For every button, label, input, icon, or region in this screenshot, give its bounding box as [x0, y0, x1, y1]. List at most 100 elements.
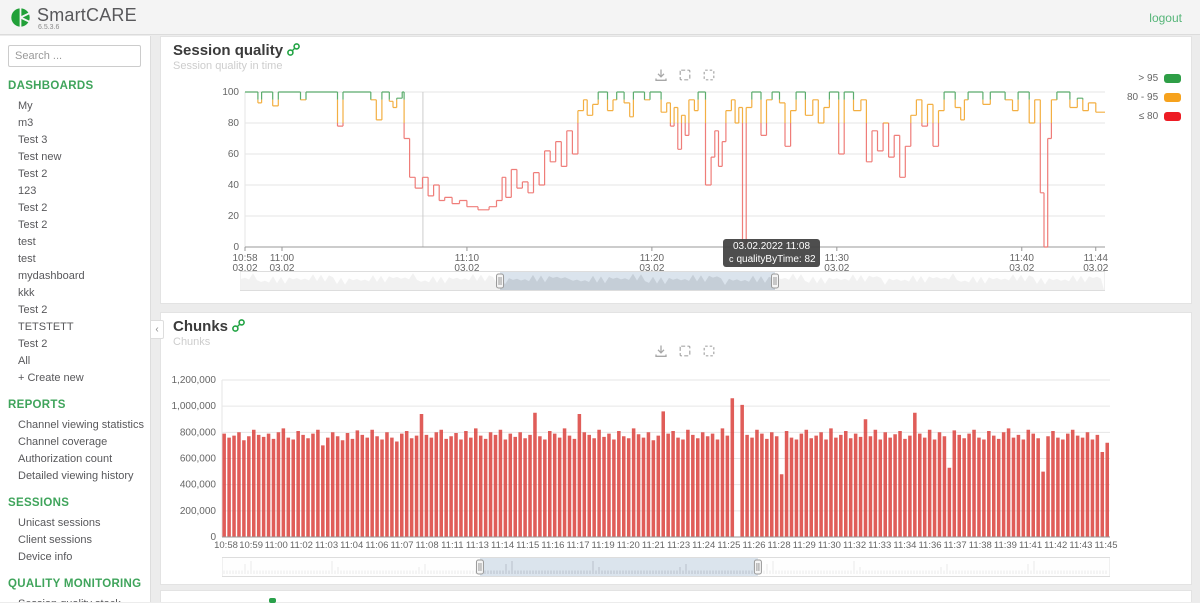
reset-zoom-icon[interactable] — [701, 343, 717, 359]
session-quality-navigator[interactable] — [240, 271, 1105, 292]
zoom-window-icon[interactable] — [677, 67, 693, 83]
navigator-handle[interactable] — [753, 559, 762, 575]
app-title: SmartCARE — [37, 5, 137, 25]
sidebar-item-test-2[interactable]: Test 2 — [0, 165, 150, 182]
sidebar-section-title: QUALITY MONITORING — [8, 578, 142, 590]
svg-text:11:23: 11:23 — [667, 540, 690, 551]
sidebar-item--create-new[interactable]: + Create new — [0, 369, 150, 386]
sidebar-item-123[interactable]: 123 — [0, 182, 150, 199]
svg-text:200,000: 200,000 — [180, 506, 217, 517]
sidebar-item-my[interactable]: My — [0, 97, 150, 114]
svg-text:11:25: 11:25 — [717, 540, 740, 551]
next-panel-link-icon — [269, 598, 276, 603]
sidebar-section-quality-monitoring: QUALITY MONITORINGSession quality stackB… — [0, 578, 150, 602]
svg-text:60: 60 — [228, 149, 240, 160]
sidebar-item-test-new[interactable]: Test new — [0, 148, 150, 165]
sidebar-item-channel-viewing-statistics[interactable]: Channel viewing statistics — [0, 416, 150, 433]
sidebar-item-channel-coverage[interactable]: Channel coverage — [0, 433, 150, 450]
svg-text:1,000,000: 1,000,000 — [172, 401, 217, 412]
svg-text:11:20: 11:20 — [617, 540, 640, 551]
svg-text:11:36: 11:36 — [918, 540, 941, 551]
sidebar-item-test-3[interactable]: Test 3 — [0, 131, 150, 148]
chunks-toolbar — [653, 343, 717, 359]
session-quality-title-text: Session quality — [173, 42, 284, 59]
svg-text:11:38: 11:38 — [969, 540, 992, 551]
sidebar-item-kkk[interactable]: kkk — [0, 284, 150, 301]
svg-text:40: 40 — [228, 180, 240, 191]
sidebar-item-test[interactable]: test — [0, 233, 150, 250]
sidebar-item-test-2[interactable]: Test 2 — [0, 216, 150, 233]
app-version: 6.5.3.6 — [38, 24, 60, 31]
sidebar-item-test-2[interactable]: Test 2 — [0, 335, 150, 352]
sidebar-collapse-handle[interactable]: ‹ — [151, 320, 164, 339]
sidebar-item-test[interactable]: test — [0, 250, 150, 267]
sidebar-item-all[interactable]: All — [0, 352, 150, 369]
svg-text:11:17: 11:17 — [566, 540, 589, 551]
svg-text:03.02: 03.02 — [1009, 263, 1034, 271]
svg-text:11:41: 11:41 — [1019, 540, 1042, 551]
navigator-handle[interactable] — [475, 559, 484, 575]
sidebar-item-detailed-viewing-history[interactable]: Detailed viewing history — [0, 467, 150, 484]
svg-text:03.02: 03.02 — [639, 263, 664, 271]
sidebar-item-test-2[interactable]: Test 2 — [0, 199, 150, 216]
svg-text:11:42: 11:42 — [1044, 540, 1067, 551]
svg-text:11:32: 11:32 — [843, 540, 866, 551]
svg-text:03.02: 03.02 — [824, 263, 849, 271]
svg-text:11:43: 11:43 — [1069, 540, 1092, 551]
svg-text:11:00: 11:00 — [265, 540, 288, 551]
search-input[interactable] — [8, 45, 141, 67]
svg-text:11:19: 11:19 — [592, 540, 615, 551]
sidebar-item-session-quality-stack[interactable]: Session quality stack — [0, 595, 150, 603]
svg-text:11:37: 11:37 — [944, 540, 967, 551]
svg-text:1,200,000: 1,200,000 — [172, 375, 217, 386]
navigator-handle[interactable] — [496, 273, 505, 289]
sidebar-item-tetstett[interactable]: TETSTETT — [0, 318, 150, 335]
svg-text:10:59: 10:59 — [239, 540, 263, 551]
sidebar-item-m3[interactable]: m3 — [0, 114, 150, 131]
session-quality-subtitle: Session quality in time — [173, 60, 283, 72]
smartcare-logo-icon — [11, 7, 31, 28]
chunks-title-text: Chunks — [173, 318, 229, 335]
svg-text:11:26: 11:26 — [742, 540, 765, 551]
svg-text:800,000: 800,000 — [180, 427, 217, 438]
zoom-window-icon[interactable] — [677, 343, 693, 359]
chunks-navigator[interactable] — [222, 557, 1110, 578]
svg-text:11:11: 11:11 — [441, 540, 463, 551]
chart-tooltip: 03.02.2022 11:08 c qualityByTime: 82 — [723, 239, 820, 267]
svg-text:11:13: 11:13 — [466, 540, 489, 551]
reset-zoom-icon[interactable] — [701, 67, 717, 83]
sidebar-item-device-info[interactable]: Device info — [0, 548, 150, 565]
sidebar-item-unicast-sessions[interactable]: Unicast sessions — [0, 514, 150, 531]
sidebar-item-authorization-count[interactable]: Authorization count — [0, 450, 150, 467]
sidebar-item-mydashboard[interactable]: mydashboard — [0, 267, 150, 284]
svg-text:03.02: 03.02 — [1083, 263, 1108, 271]
session-quality-chart[interactable]: 02040608010010:5803.0211:0003.0211:1003.… — [160, 84, 1192, 271]
svg-text:80: 80 — [228, 118, 240, 129]
svg-text:11:28: 11:28 — [768, 540, 791, 551]
sidebar-section-title: SESSIONS — [8, 497, 70, 509]
logout-link[interactable]: logout — [1149, 11, 1182, 25]
session-quality-title: Session quality — [173, 42, 300, 60]
svg-text:400,000: 400,000 — [180, 480, 217, 491]
sidebar-section-title: REPORTS — [8, 399, 66, 411]
sidebar-item-client-sessions[interactable]: Client sessions — [0, 531, 150, 548]
chart-link-icon[interactable] — [287, 43, 300, 60]
tooltip-value-text: qualityByTime: 82 — [736, 254, 816, 265]
chunks-chart[interactable]: 1,200,000 1,000,000 800,000 600,000 400,000 2… — [160, 372, 1192, 554]
sidebar-section-sessions: SESSIONS Unicast sessions Client sessions D… — [0, 497, 150, 565]
tooltip-date: 03.02.2022 11:08 — [732, 241, 811, 252]
chart-link-icon[interactable] — [232, 319, 245, 336]
legend-label: > 95 — [1138, 73, 1159, 84]
svg-text:11:30: 11:30 — [818, 540, 841, 551]
svg-text:11:21: 11:21 — [642, 540, 665, 551]
download-icon[interactable] — [653, 343, 669, 359]
svg-text:11:45: 11:45 — [1094, 540, 1117, 551]
sidebar-item-test-2[interactable]: Test 2 — [0, 301, 150, 318]
download-icon[interactable] — [653, 67, 669, 83]
svg-text:11:14: 11:14 — [491, 540, 514, 551]
svg-text:11:39: 11:39 — [994, 540, 1017, 551]
svg-text:11:24: 11:24 — [692, 540, 715, 551]
navigator-handle[interactable] — [771, 273, 780, 289]
svg-text:11:16: 11:16 — [541, 540, 564, 551]
svg-text:03.02: 03.02 — [269, 263, 294, 271]
